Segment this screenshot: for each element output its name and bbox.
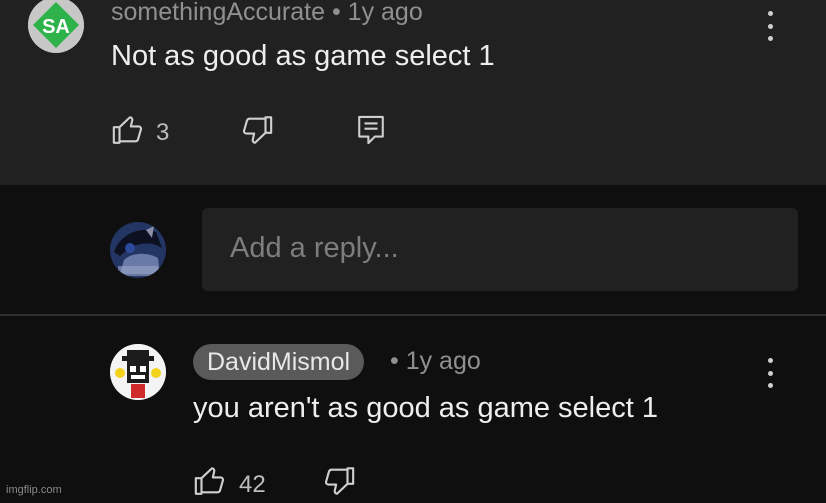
kebab-dot	[767, 383, 773, 388]
kebab-dot	[767, 23, 773, 29]
pixel-avatar-image	[110, 344, 166, 400]
avatar-logo: SA	[28, 0, 84, 53]
comment-text: Not as good as game select 1	[111, 40, 495, 72]
avatar-somethingaccurate[interactable]: SA	[28, 0, 84, 53]
kebab-dot	[767, 358, 773, 363]
like-button[interactable]	[111, 113, 145, 147]
reply-author-badge[interactable]: DavidMismol	[193, 344, 365, 380]
reply-text: you aren't as good as game select 1	[193, 392, 658, 424]
reply-time: • 1y ago	[390, 347, 481, 375]
reply-comment-icon	[358, 115, 384, 145]
reply-input-placeholder: Add a reply...	[230, 232, 399, 264]
kebab-dot	[767, 36, 773, 41]
avatar-initials: SA	[42, 16, 70, 38]
thumbs-up-icon	[194, 467, 225, 495]
avatar-current-user[interactable]	[110, 222, 166, 278]
dislike-button[interactable]	[240, 113, 274, 147]
kebab-dot	[767, 11, 773, 16]
avatar-davidmismol[interactable]	[110, 344, 166, 400]
comment-author[interactable]: somethingAccurate	[111, 0, 325, 26]
reply-dislike-button[interactable]	[322, 464, 356, 498]
user-avatar-image	[110, 222, 166, 278]
reply-button[interactable]	[355, 113, 387, 147]
comment-menu-button[interactable]	[766, 11, 774, 41]
like-count: 3	[156, 119, 170, 146]
thumbs-up-icon	[112, 116, 143, 144]
reply-like-button[interactable]	[193, 464, 227, 498]
comment-time: • 1y ago	[331, 0, 423, 26]
divider	[0, 314, 826, 316]
imgflip-watermark: imgflip.com	[6, 484, 62, 496]
reply-like-count: 42	[239, 471, 266, 498]
comment-thread-parent: SA somethingAccurate • 1y ago Not as goo…	[0, 0, 826, 185]
thumbs-down-icon	[324, 467, 355, 495]
reply-menu-button[interactable]	[766, 358, 774, 388]
kebab-dot	[767, 370, 773, 376]
comment-meta: somethingAccurate • 1y ago	[111, 0, 423, 27]
reply-input[interactable]: Add a reply...	[202, 208, 798, 291]
thumbs-down-icon	[242, 116, 273, 144]
